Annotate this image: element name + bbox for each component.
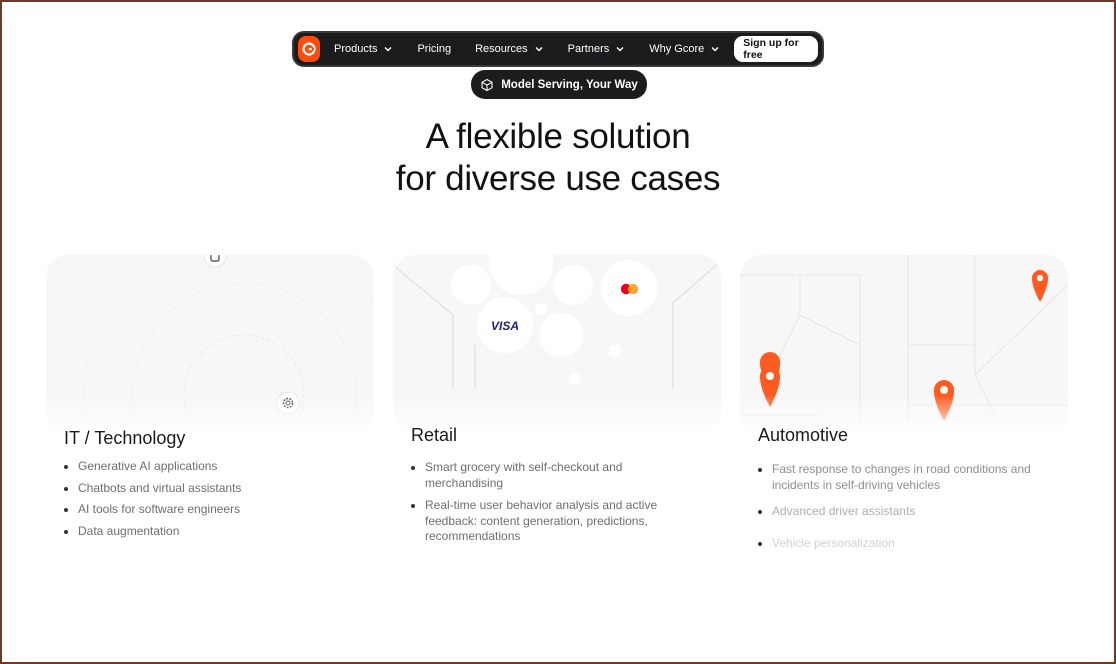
list-item: Fast response to changes in road conditi… <box>758 462 1058 493</box>
nav-pricing[interactable]: Pricing <box>417 43 451 55</box>
it-bullet-list: Generative AI applications Chatbots and … <box>64 459 364 539</box>
nav-partners-label: Partners <box>567 43 610 55</box>
top-navbar: Products Pricing Resources Partners Why … <box>292 31 824 67</box>
card-automotive <box>740 255 1068 435</box>
list-item: Advanced driver assistants <box>758 504 1058 520</box>
list-item: Smart grocery with self-checkout and mer… <box>411 460 683 491</box>
nav-resources-label: Resources <box>475 43 528 55</box>
list-item: Data augmentation <box>64 524 364 540</box>
list-item: Chatbots and virtual assistants <box>64 481 364 497</box>
map-pin-icon <box>1032 270 1048 302</box>
section-heading: A flexible solution for diverse use case… <box>2 116 1114 200</box>
nav-products[interactable]: Products <box>334 43 393 55</box>
nav-why-gcore-label: Why Gcore <box>649 43 705 55</box>
cube-icon <box>481 78 493 91</box>
chevron-down-icon <box>535 47 543 52</box>
page: Products Pricing Resources Partners Why … <box>2 2 1114 662</box>
nav-resources[interactable]: Resources <box>475 43 544 55</box>
mastercard-logo-icon <box>620 283 639 295</box>
list-item: AI tools for software engineers <box>64 502 364 518</box>
retail-bullet-list: Smart grocery with self-checkout and mer… <box>411 460 683 545</box>
chevron-down-icon <box>384 47 392 52</box>
nav-pricing-label: Pricing <box>417 43 452 55</box>
model-serving-badge[interactable]: Model Serving, Your Way <box>471 70 647 99</box>
list-item: Vehicle personalization <box>758 536 1058 552</box>
heading-line-2: for diverse use cases <box>395 159 721 198</box>
nav-partners[interactable]: Partners <box>568 43 626 55</box>
list-item: Real-time user behavior analysis and act… <box>411 498 683 545</box>
automotive-bullet-list: Fast response to changes in road conditi… <box>758 462 1058 551</box>
visa-logo-icon: VISA <box>491 319 519 333</box>
model-serving-label: Model Serving, Your Way <box>501 78 638 91</box>
signup-button[interactable]: Sign up for free <box>734 36 818 62</box>
nav-why-gcore[interactable]: Why Gcore <box>649 43 720 55</box>
list-item: Generative AI applications <box>64 459 364 475</box>
chevron-down-icon <box>616 47 624 52</box>
card-title-retail: Retail <box>411 425 458 445</box>
chevron-down-icon <box>711 47 719 52</box>
chip-icon <box>203 255 227 268</box>
card-it-technology <box>46 255 374 435</box>
card-title-automotive: Automotive <box>758 425 849 445</box>
nav-products-label: Products <box>334 43 378 55</box>
card-title-it: IT / Technology <box>64 428 186 448</box>
gcore-logo-icon[interactable] <box>298 36 321 62</box>
card-retail: VISA <box>393 255 721 435</box>
heading-line-1: A flexible solution <box>425 117 691 156</box>
